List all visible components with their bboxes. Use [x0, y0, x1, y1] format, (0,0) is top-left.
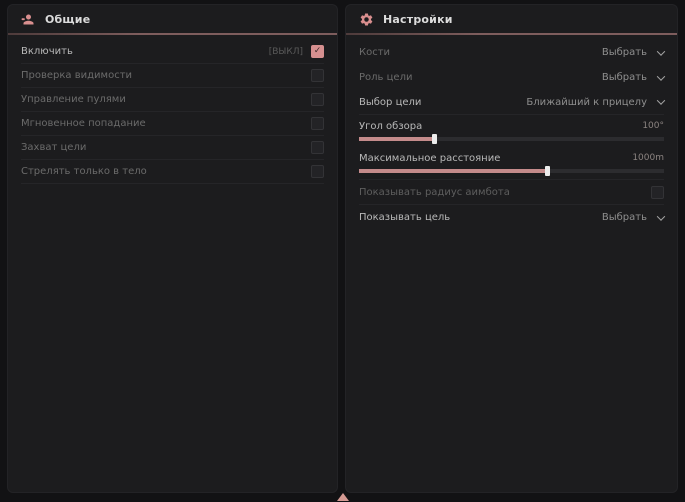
- general-panel: Общие Включить [ВЫКЛ] ✓ Проверка видимос…: [8, 5, 337, 492]
- slider-handle[interactable]: [545, 166, 550, 176]
- settings-panel: Настройки Кости Выбрать Роль цели Выбрат…: [346, 5, 677, 492]
- dropdown-row-bones: Кости Выбрать: [359, 40, 664, 65]
- bones-dropdown[interactable]: Выбрать: [602, 47, 664, 58]
- toggle-row-instant-hit: Мгновенное попадание ✓: [21, 112, 324, 136]
- bullet-control-checkbox[interactable]: ✓: [311, 93, 324, 106]
- chevron-down-icon: [657, 72, 665, 80]
- toggle-row-body-only: Стрелять только в тело ✓: [21, 160, 324, 184]
- show-target-dropdown[interactable]: Выбрать: [602, 212, 664, 223]
- fov-slider[interactable]: [359, 137, 664, 141]
- target-role-dropdown[interactable]: Выбрать: [602, 72, 664, 83]
- toggle-label: Стрелять только в тело: [21, 166, 147, 177]
- toggle-label: Показывать радиус аимбота: [359, 187, 510, 198]
- dropdown-value: Ближайший к прицелу: [526, 97, 647, 108]
- dropdown-row-target-selection: Выбор цели Ближайший к прицелу: [359, 90, 664, 115]
- dropdown-row-show-target: Показывать цель Выбрать: [359, 205, 664, 230]
- toggle-label: Мгновенное попадание: [21, 118, 146, 129]
- expand-menu-arrow[interactable]: [337, 493, 349, 501]
- dropdown-label: Показывать цель: [359, 212, 450, 223]
- toggle-row-bullet-control: Управление пулями ✓: [21, 88, 324, 112]
- person-icon: [21, 12, 36, 27]
- chevron-down-icon: [657, 212, 665, 220]
- dropdown-value: Выбрать: [602, 72, 647, 83]
- toggle-label: Проверка видимости: [21, 70, 132, 81]
- dropdown-value: Выбрать: [602, 212, 647, 223]
- slider-value: 1000m: [632, 153, 664, 163]
- dropdown-label: Кости: [359, 47, 390, 58]
- chevron-down-icon: [657, 47, 665, 55]
- dropdown-row-target-role: Роль цели Выбрать: [359, 65, 664, 90]
- dropdown-value: Выбрать: [602, 47, 647, 58]
- instant-hit-checkbox[interactable]: ✓: [311, 117, 324, 130]
- slider-value: 100°: [642, 121, 664, 131]
- max-distance-slider[interactable]: [359, 169, 664, 173]
- toggle-label: Захват цели: [21, 142, 86, 153]
- slider-row-max-distance: Максимальное расстояние 1000m: [359, 147, 664, 180]
- slider-fill: [359, 137, 435, 141]
- show-radius-checkbox[interactable]: ✓: [651, 186, 664, 199]
- toggle-state-text: [ВЫКЛ]: [269, 47, 303, 57]
- toggle-row-enable: Включить [ВЫКЛ] ✓: [21, 40, 324, 64]
- toggle-row-visibility-check: Проверка видимости ✓: [21, 64, 324, 88]
- visibility-check-checkbox[interactable]: ✓: [311, 69, 324, 82]
- slider-label: Угол обзора: [359, 121, 422, 132]
- settings-panel-header: Настройки: [346, 5, 677, 33]
- dropdown-label: Выбор цели: [359, 97, 421, 108]
- slider-handle[interactable]: [432, 134, 437, 144]
- slider-fill: [359, 169, 548, 173]
- general-panel-header: Общие: [8, 5, 337, 33]
- toggle-label: Управление пулями: [21, 94, 126, 105]
- toggle-row-show-radius: Показывать радиус аимбота ✓: [359, 180, 664, 205]
- dropdown-label: Роль цели: [359, 72, 412, 83]
- target-lock-checkbox[interactable]: ✓: [311, 141, 324, 154]
- chevron-down-icon: [657, 96, 665, 104]
- target-selection-dropdown[interactable]: Ближайший к прицелу: [526, 97, 664, 108]
- check-icon: ✓: [314, 47, 322, 56]
- gear-icon: [359, 12, 374, 27]
- slider-row-fov: Угол обзора 100°: [359, 115, 664, 147]
- enable-checkbox[interactable]: ✓: [311, 45, 324, 58]
- toggle-row-target-lock: Захват цели ✓: [21, 136, 324, 160]
- body-only-checkbox[interactable]: ✓: [311, 165, 324, 178]
- slider-label: Максимальное расстояние: [359, 153, 500, 164]
- toggle-label: Включить: [21, 46, 73, 57]
- general-panel-title: Общие: [45, 13, 90, 26]
- settings-panel-title: Настройки: [383, 13, 453, 26]
